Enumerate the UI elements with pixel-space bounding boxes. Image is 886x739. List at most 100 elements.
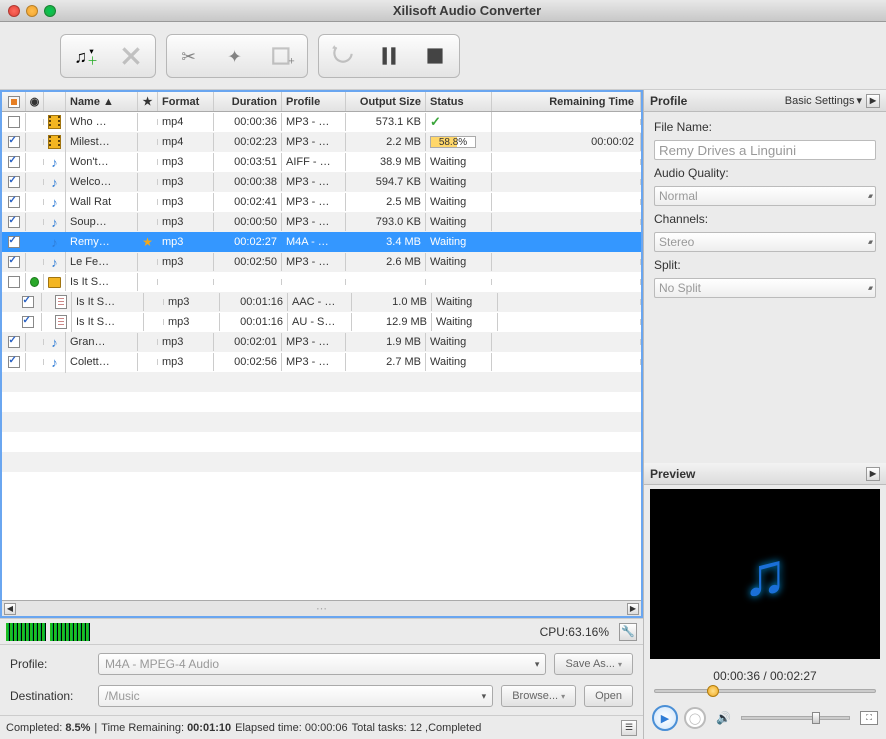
split-select[interactable]: No Split [654, 278, 876, 298]
row-checkbox[interactable] [8, 116, 20, 128]
table-row[interactable]: Who …mp400:00:36MP3 - …573.1 KB✓ [2, 112, 641, 132]
row-checkbox[interactable] [8, 156, 20, 168]
clip-button[interactable]: + [267, 40, 299, 72]
minimize-button[interactable] [26, 5, 38, 17]
row-checkbox[interactable] [8, 276, 20, 288]
cell-name: Milest… [66, 133, 138, 151]
audio-icon: ♪ [51, 335, 58, 350]
cell-output: 3.4 MB [346, 233, 426, 251]
row-checkbox[interactable] [8, 356, 20, 368]
header-status[interactable]: Status [426, 92, 492, 111]
cell-format: mp4 [158, 133, 214, 151]
table-row[interactable]: ♪Welco…mp300:00:38MP3 - …594.7 KBWaiting [2, 172, 641, 192]
cell-format [158, 279, 214, 285]
delete-button[interactable] [115, 40, 147, 72]
header-duration[interactable]: Duration [214, 92, 282, 111]
pause-button[interactable] [373, 40, 405, 72]
audio-icon: ♪ [51, 235, 58, 250]
volume-slider[interactable] [741, 716, 850, 720]
table-row[interactable]: ♪Won't…mp300:03:51AIFF - …38.9 MBWaiting [2, 152, 641, 172]
add-file-button[interactable]: ♫＋▾ [69, 40, 101, 72]
row-checkbox[interactable] [8, 176, 20, 188]
destination-combo[interactable]: /Music [98, 685, 493, 707]
row-checkbox[interactable] [8, 136, 20, 148]
profile-combo[interactable]: M4A - MPEG-4 Audio [98, 653, 546, 675]
fullscreen-icon[interactable]: ⛶ [860, 711, 878, 725]
table-row[interactable]: Milest…mp400:02:23MP3 - …2.2 MB58.8%00:0… [2, 132, 641, 152]
close-button[interactable] [8, 5, 20, 17]
empty-row [2, 472, 641, 492]
scroll-right-icon[interactable]: ▶ [627, 603, 639, 615]
cell-profile: MP3 - … [282, 353, 346, 371]
cell-name: Colett… [66, 353, 138, 371]
progress-bar: 58.8% [430, 136, 476, 148]
cell-profile: MP3 - … [282, 113, 346, 131]
row-checkbox[interactable] [8, 196, 20, 208]
row-checkbox[interactable] [8, 216, 20, 228]
status-bar: Completed: 8.5% | Time Remaining: 00:01:… [0, 715, 643, 739]
header-output[interactable]: Output Size [346, 92, 426, 111]
cell-duration: 00:02:50 [214, 253, 282, 271]
audioquality-select[interactable]: Normal [654, 186, 876, 206]
row-checkbox[interactable] [22, 296, 34, 308]
cell-profile: AU - S… [288, 313, 352, 331]
horizontal-scrollbar[interactable]: ◀ ⋯ ▶ [2, 600, 641, 616]
effects-button[interactable]: ✦ [221, 40, 253, 72]
stop-button[interactable] [419, 40, 451, 72]
cell-output: 12.9 MB [352, 313, 432, 331]
cell-name: Gran… [66, 333, 138, 351]
cell-name: Welco… [66, 173, 138, 191]
header-profile[interactable]: Profile [282, 92, 346, 111]
browse-button[interactable]: Browse... [501, 685, 576, 707]
preview-seek-slider[interactable] [654, 687, 876, 695]
preview-controls: ▶ ◯ 🔊 ⛶ [644, 701, 886, 739]
header-indicator[interactable]: ◉ [26, 92, 44, 111]
file-table: ◉ Name ▲ ★ Format Duration Profile Outpu… [0, 90, 643, 618]
cell-format: mp3 [158, 173, 214, 191]
preview-expand-icon[interactable]: ▶ [866, 467, 880, 481]
table-row[interactable]: ♪Remy…★mp300:02:27M4A - …3.4 MBWaiting [2, 232, 641, 252]
cell-profile: M4A - … [282, 233, 346, 251]
preview-video-area: ♫ [650, 489, 880, 659]
header-name[interactable]: Name ▲ [66, 92, 138, 111]
cell-remaining [492, 359, 641, 365]
open-button[interactable]: Open [584, 685, 633, 707]
table-row[interactable]: ♪Colett…mp300:02:56MP3 - …2.7 MBWaiting [2, 352, 641, 372]
svg-text:✦: ✦ [227, 46, 242, 66]
table-row[interactable]: Is It S…mp300:01:16AAC - …1.0 MBWaiting [2, 292, 641, 312]
zoom-button[interactable] [44, 5, 56, 17]
stop-preview-button[interactable]: ◯ [684, 707, 706, 729]
cut-button[interactable]: ✂ [175, 40, 207, 72]
table-row[interactable]: ♪Wall Ratmp300:02:41MP3 - …2.5 MBWaiting [2, 192, 641, 212]
profile-expand-icon[interactable]: ▶ [866, 94, 880, 108]
table-row[interactable]: Is It S…mp300:01:16AU - S…12.9 MBWaiting [2, 312, 641, 332]
play-button[interactable]: ▶ [652, 705, 678, 731]
header-star[interactable]: ★ [138, 92, 158, 111]
save-as-button[interactable]: Save As... [554, 653, 633, 675]
cell-name: Is It S… [66, 273, 138, 291]
cell-duration: 00:00:50 [214, 213, 282, 231]
settings-icon[interactable]: 🔧 [619, 623, 637, 641]
scroll-left-icon[interactable]: ◀ [4, 603, 16, 615]
row-checkbox[interactable] [8, 256, 20, 268]
header-remaining[interactable]: Remaining Time [492, 92, 641, 111]
header-type[interactable] [44, 92, 66, 111]
header-format[interactable]: Format [158, 92, 214, 111]
table-row[interactable]: ♪Gran…mp300:02:01MP3 - …1.9 MBWaiting [2, 332, 641, 352]
table-row[interactable]: ♪Le Fe…mp300:02:50MP3 - …2.6 MBWaiting [2, 252, 641, 272]
empty-row [2, 392, 641, 412]
row-checkbox[interactable] [8, 236, 20, 248]
table-row[interactable]: Is It S… [2, 272, 641, 292]
row-checkbox[interactable] [8, 336, 20, 348]
cell-remaining [498, 319, 641, 325]
channels-select[interactable]: Stereo [654, 232, 876, 252]
filename-input[interactable] [654, 140, 876, 160]
log-icon[interactable]: ☰ [621, 720, 637, 736]
header-check[interactable] [2, 92, 26, 111]
convert-button[interactable] [327, 40, 359, 72]
cpu-bar: CPU:63.16% 🔧 [0, 618, 643, 644]
basic-settings-dropdown[interactable]: Basic Settings ▾ [785, 94, 862, 107]
row-checkbox[interactable] [22, 316, 34, 328]
table-row[interactable]: ♪Soup…mp300:00:50MP3 - …793.0 KBWaiting [2, 212, 641, 232]
volume-icon[interactable]: 🔊 [716, 711, 731, 725]
